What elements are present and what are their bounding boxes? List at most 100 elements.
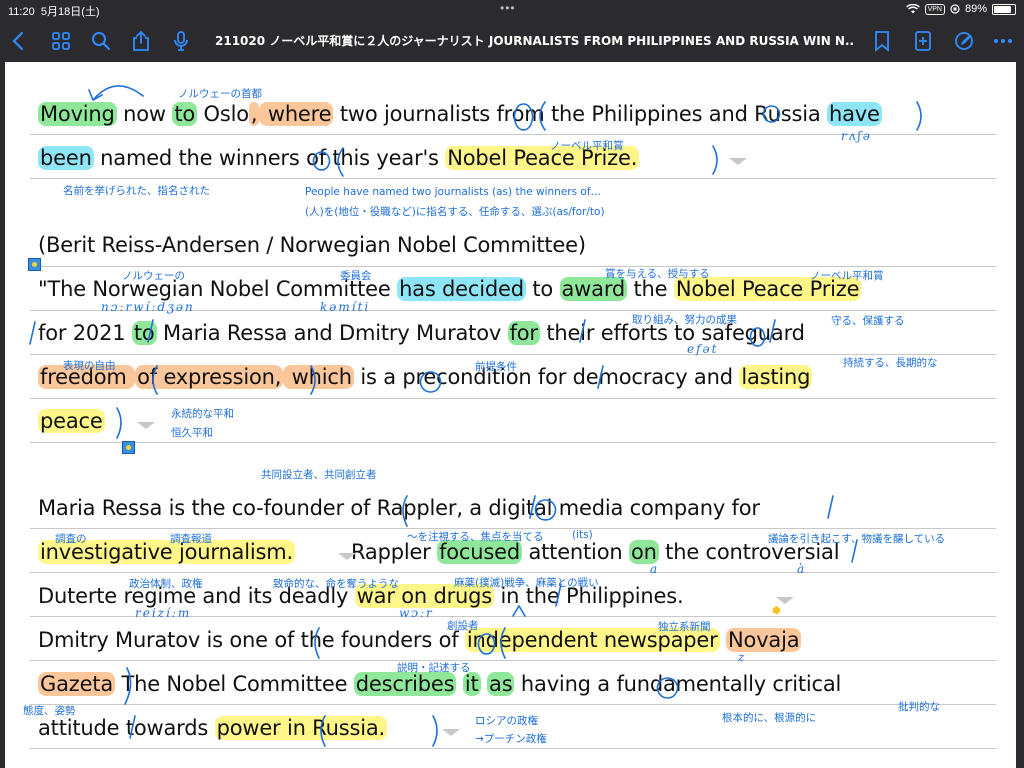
- hl-of-expression: of expression,: [135, 365, 284, 389]
- note-oslo: ノルウェーの首都: [178, 88, 262, 100]
- hl-gazeta: Gazeta: [38, 672, 115, 696]
- collapse-arrow[interactable]: [776, 597, 794, 604]
- rule-line: [30, 660, 996, 661]
- pencil-circle-icon: [955, 32, 973, 50]
- chevron-left-icon: [12, 31, 24, 51]
- hl-moving: Moving: [38, 102, 117, 126]
- hl-comma: ,: [248, 102, 260, 126]
- multitasking-dots[interactable]: •••: [500, 1, 516, 15]
- document-page[interactable]: Moving now to Oslo, where two journalist…: [5, 62, 1016, 768]
- hl-been: been: [38, 146, 94, 170]
- search-button[interactable]: [88, 28, 114, 54]
- rule-line: [30, 704, 996, 705]
- battery-level: [994, 5, 1012, 13]
- text-run: having: [514, 672, 598, 696]
- thumbnails-button[interactable]: [48, 28, 74, 54]
- text-run: fundamentally critical: [609, 672, 842, 696]
- note-putin-regime: →プーチン政権: [475, 733, 547, 745]
- note-attitude: 態度、姿勢: [23, 705, 76, 717]
- text-run: The Nobel Committee: [115, 672, 354, 696]
- bookmark-button[interactable]: [869, 28, 895, 54]
- collapse-arrow[interactable]: [338, 553, 356, 560]
- hl-to: to: [172, 102, 198, 126]
- search-icon: [92, 32, 111, 51]
- rule-line: [30, 266, 996, 267]
- edit-button[interactable]: [951, 28, 977, 54]
- hw-russia: rʌʃə: [841, 129, 872, 143]
- note-explain-1: People have named two journalists (as) t…: [305, 186, 602, 198]
- note-fundamentally: 根本的に、根源的に: [722, 712, 817, 724]
- note-lasting: 持続する、長期的な: [843, 357, 938, 369]
- hl-to-2: to: [131, 321, 157, 345]
- text-run: s: [288, 146, 300, 170]
- collapse-arrow[interactable]: [729, 158, 747, 165]
- note-founder: 創設者: [447, 620, 479, 632]
- collapse-arrow[interactable]: [137, 422, 155, 429]
- text-run: to: [525, 277, 560, 301]
- note-war-on-drugs: 麻薬(撲滅)戦争、麻薬との戦い: [454, 577, 599, 589]
- text-run: of this year's: [299, 146, 446, 170]
- text-run: Maria Ressa is the co-founder of Rappler…: [38, 496, 470, 520]
- document-title[interactable]: 211020 ノーベル平和賞に２人のジャーナリスト JOURNALISTS FR…: [215, 32, 855, 49]
- hl-peace: peace: [38, 409, 105, 433]
- audio-marker-icon[interactable]: [28, 258, 41, 271]
- more-button[interactable]: [990, 28, 1016, 54]
- hl-novaja: Novaja: [726, 628, 802, 652]
- note-norwegian: ノルウェーの: [122, 270, 185, 282]
- rule-line: [30, 178, 996, 179]
- note-safeguard: 守る、保護する: [831, 315, 905, 327]
- rule-line: [30, 442, 996, 443]
- text-run: attitude towards: [38, 716, 215, 740]
- text-run: Maria Ressa and Dmitry Muratov: [156, 321, 508, 345]
- text-line-1: Moving now to Oslo, where two journalist…: [38, 100, 882, 128]
- note-nobel-prize-2: ノーベル平和賞: [810, 270, 884, 282]
- note-regime: 政治体制、政権: [129, 578, 203, 590]
- text-run: and Russia: [702, 102, 827, 126]
- ink-slash: [827, 495, 834, 519]
- text-run: is: [353, 365, 384, 389]
- ink-slash: [116, 407, 122, 439]
- orientation-lock-icon: [950, 4, 960, 14]
- share-icon: [133, 30, 149, 51]
- share-button[interactable]: [128, 28, 154, 54]
- microphone-icon: [174, 31, 188, 51]
- hl-power-in-russia: power in Russia.: [214, 716, 387, 740]
- battery-icon: [992, 3, 1016, 15]
- text-line-3: (Berit Reiss-Andersen / Norwegian Nobel …: [38, 233, 586, 257]
- note-precondition: 前提条件: [475, 361, 517, 373]
- hl-on: on: [628, 540, 659, 564]
- toolbar: 211020 ノーベル平和賞に２人のジャーナリスト JOURNALISTS FR…: [0, 20, 1024, 62]
- sun-marker-icon[interactable]: ✹: [771, 604, 782, 619]
- hl-where: where: [259, 102, 334, 126]
- note-co-founder: 共同設立者、共同創立者: [261, 469, 377, 481]
- text-run: a: [597, 672, 610, 696]
- hl-as: as: [487, 672, 515, 696]
- note-freedom-of-expression: 表現の自由: [63, 360, 116, 372]
- dictation-button[interactable]: [168, 28, 194, 54]
- vpn-badge: VPN: [924, 3, 945, 15]
- note-committee: 委員会: [340, 270, 372, 282]
- hw-committee: kəmíti: [320, 300, 371, 314]
- note-investigative-journalism: 調査報道: [170, 533, 212, 545]
- ink-slash: [29, 321, 36, 345]
- bookmark-icon: [875, 31, 889, 52]
- text-run: from the Philippine: [490, 102, 692, 126]
- status-date: 5月18日(土): [40, 6, 100, 18]
- status-right: VPN 89%: [905, 3, 1016, 15]
- rule-line: [30, 748, 996, 749]
- add-page-button[interactable]: [910, 28, 936, 54]
- text-line-7: peace: [38, 407, 105, 435]
- note-lasting-peace: 永続的な平和: [171, 408, 234, 420]
- status-time: 11:20 5月18日(土): [8, 6, 100, 18]
- text-run: digital media company for: [481, 496, 760, 520]
- audio-marker-icon[interactable]: [122, 441, 135, 454]
- status-bar: 11:20 5月18日(土) ••• VPN 89%: [0, 0, 1024, 20]
- hw-a-2: à: [797, 562, 807, 576]
- text-run: a: [383, 365, 396, 389]
- text-run: Oslo: [197, 102, 250, 126]
- collapse-arrow[interactable]: [442, 729, 460, 736]
- text-run: named the winner: [93, 146, 289, 170]
- hl-have: have: [827, 102, 882, 126]
- text-run: [456, 672, 462, 696]
- back-button[interactable]: [6, 28, 32, 54]
